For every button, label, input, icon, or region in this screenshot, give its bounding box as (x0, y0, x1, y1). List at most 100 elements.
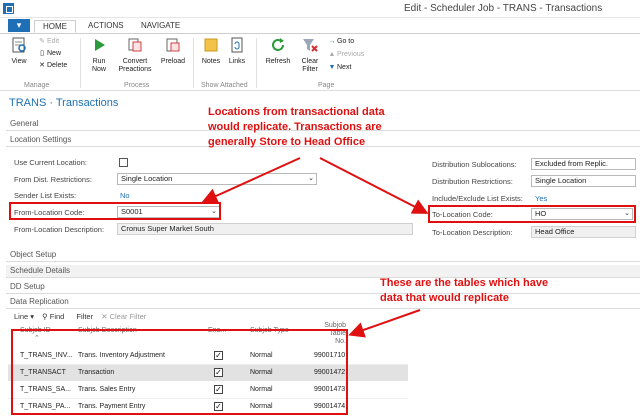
preload-icon (166, 38, 180, 52)
line-menu[interactable]: Line ▾ (14, 312, 34, 321)
chevron-down-icon: ▾ (30, 312, 35, 321)
view-button[interactable]: View (8, 37, 30, 66)
dist-sublocations-select[interactable]: Excluded from Replic. (531, 158, 636, 170)
clear-filter-button[interactable]: Clear Filter (297, 37, 323, 74)
from-location-desc-label: From-Location Description: (14, 225, 105, 234)
view-label: View (11, 58, 27, 65)
dist-sublocations-label: Distribution Sublocations: (432, 160, 517, 169)
callout-line: data that would replicate (380, 292, 509, 304)
locations-callout: Locations from transactional data would … (208, 105, 385, 150)
new-label: New (47, 50, 62, 57)
previous-button[interactable]: ▲ Previous (328, 50, 365, 60)
window-title: Edit - Scheduler Job - TRANS - Transacti… (404, 3, 603, 14)
convert-preactions-button[interactable]: Convert Preactions (114, 37, 156, 74)
from-dist-restrictions-label: From Dist. Restrictions: (14, 175, 92, 184)
goto-arrow-icon: → (328, 38, 336, 45)
preload-button[interactable]: Preload (158, 37, 188, 66)
convert-icon (128, 38, 142, 52)
pencil-icon: ✎ (39, 38, 45, 45)
callout-line: Locations from transactional data (208, 106, 385, 118)
to-location-highlight (428, 205, 636, 223)
replication-tables-highlight (11, 329, 348, 415)
goto-button[interactable]: → Go to (328, 37, 355, 47)
edit-button[interactable]: ✎ Edit (38, 37, 59, 47)
clear-filter-icon (303, 39, 318, 52)
notes-icon (204, 38, 218, 52)
arrow-to-tables (348, 309, 421, 338)
section-object-setup[interactable]: Object Setup (6, 249, 640, 262)
tab-navigate[interactable]: NAVIGATE (133, 20, 188, 33)
to-location-desc-field: Head Office (531, 226, 636, 238)
group-process-label: Process (124, 82, 150, 89)
from-location-desc-field: Cronus Super Market South (117, 223, 413, 235)
preload-label: Preload (160, 58, 186, 65)
view-icon (12, 37, 26, 53)
incl-excl-value[interactable]: Yes (535, 194, 547, 203)
callout-line: generally Store to Head Office (208, 136, 366, 148)
convert-label-2: Preactions (118, 66, 152, 73)
edit-label: Edit (47, 38, 60, 45)
run-now-label-1: Run (92, 58, 106, 65)
arrow-to-to-location (319, 157, 429, 214)
convert-label-1: Convert (122, 58, 148, 65)
clear-filter-label-1: Clear (301, 58, 319, 65)
run-now-label-2: Now (91, 66, 106, 73)
line-label: Line (14, 312, 29, 321)
ribbon-tabs: ▾ HOME ACTIONS NAVIGATE (0, 18, 640, 33)
chevron-down-icon: ⌄ (308, 175, 314, 182)
ribbon: View ✎ Edit ▯ New ✕ Delete Manage Run Now C… (0, 33, 640, 91)
run-now-button[interactable]: Run Now (86, 37, 112, 74)
refresh-icon (272, 38, 284, 51)
use-current-location-label: Use Current Location: (14, 158, 87, 167)
callout-line: would replicate. Transactions are (208, 121, 382, 133)
tables-callout: These are the tables which have data tha… (380, 276, 548, 306)
group-divider (256, 38, 257, 88)
arrow-down-icon: ▼ (328, 64, 336, 71)
from-dist-restrictions-value: Single Location (121, 174, 173, 183)
play-icon (95, 39, 105, 51)
file-menu-icon[interactable]: ▾ (8, 19, 30, 32)
new-document-icon: ▯ (40, 50, 44, 57)
page-title: TRANS · Transactions (9, 97, 119, 109)
clear-filter-label-2: Filter (302, 66, 318, 73)
list-toolbar: Line ▾ ⚲ Find Filter ✕ Clear Filter (14, 312, 146, 321)
dist-restrictions-select[interactable]: Single Location (531, 175, 636, 187)
find-button[interactable]: ⚲ Find (42, 312, 64, 321)
links-label: Links (228, 58, 246, 65)
callout-line: These are the tables which have (380, 277, 549, 289)
notes-button[interactable]: Notes (199, 37, 223, 66)
goto-label: Go to (337, 38, 355, 45)
links-button[interactable]: Links (226, 37, 248, 66)
new-button[interactable]: ▯ New (38, 49, 61, 59)
refresh-button[interactable]: Refresh (262, 37, 294, 66)
notes-label: Notes (201, 58, 221, 65)
sender-list-exists-value[interactable]: No (120, 191, 130, 200)
group-manage-label: Manage (24, 82, 50, 89)
find-icon: ⚲ (42, 312, 48, 321)
app-logo-icon (3, 3, 14, 14)
clear-filter-list-label: Clear Filter (109, 312, 147, 321)
next-button[interactable]: ▼ Next (328, 63, 352, 73)
dist-restrictions-label: Distribution Restrictions: (432, 177, 513, 186)
next-label: Next (337, 64, 352, 71)
to-location-desc-label: To-Location Description: (432, 228, 513, 237)
group-divider (80, 38, 81, 88)
find-label: Find (49, 312, 65, 321)
clear-filter-list-button[interactable]: ✕ Clear Filter (101, 312, 146, 321)
previous-label: Previous (337, 51, 365, 58)
tab-home[interactable]: HOME (34, 20, 76, 33)
incl-excl-label: Include/Exclude List Exists: (432, 194, 523, 203)
group-show-attached-label: Show Attached (201, 82, 248, 89)
title-bar: Edit - Scheduler Job - TRANS - Transacti… (0, 0, 640, 18)
group-page-label: Page (318, 82, 335, 89)
from-dist-restrictions-select[interactable]: Single Location ⌄ (117, 173, 317, 185)
delete-label: Delete (47, 62, 68, 69)
tab-actions[interactable]: ACTIONS (80, 20, 132, 33)
use-current-location-checkbox[interactable] (119, 158, 128, 167)
group-divider (193, 38, 194, 88)
delete-button[interactable]: ✕ Delete (38, 61, 67, 71)
delete-icon: ✕ (39, 62, 45, 69)
filter-button[interactable]: Filter (76, 312, 93, 321)
links-icon (231, 37, 243, 53)
refresh-label: Refresh (265, 58, 291, 65)
